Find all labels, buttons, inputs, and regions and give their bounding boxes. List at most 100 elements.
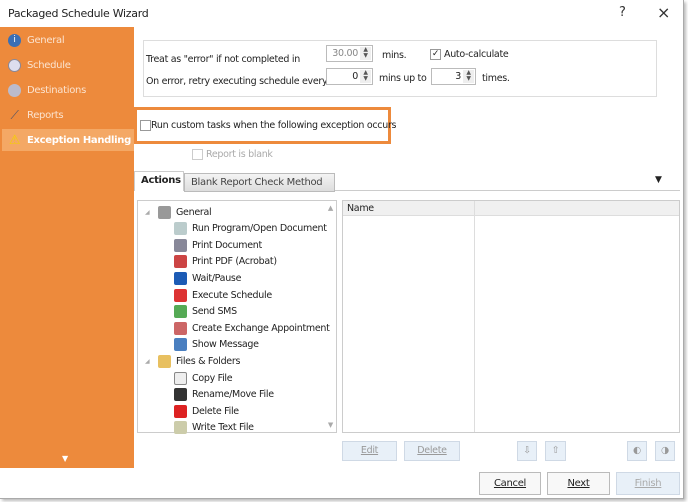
tree-item[interactable]: Write Text File: [174, 420, 254, 436]
tree-item[interactable]: Delete File: [174, 403, 239, 419]
tree-item-label: Delete File: [192, 405, 239, 417]
tree-group[interactable]: ◢ Files & Folders: [145, 353, 241, 369]
copy-file-icon: [174, 371, 187, 385]
tree-item[interactable]: Show Message: [174, 337, 259, 353]
tree-item[interactable]: Wait/Pause: [174, 270, 241, 286]
tasks-list: Name: [342, 200, 680, 433]
column-divider[interactable]: [474, 201, 475, 432]
sidebar-item-general[interactable]: i General: [2, 29, 134, 51]
import-button[interactable]: ◐: [627, 441, 647, 461]
auto-calculate-checkbox[interactable]: ✓: [430, 49, 441, 60]
tree-item[interactable]: Rename/Move File: [174, 387, 274, 403]
close-button[interactable]: ×: [657, 3, 670, 22]
sidebar-item-label: Destinations: [27, 84, 86, 96]
mins-label: mins.: [382, 50, 407, 61]
retry-times-spinner[interactable]: 3 ▲ ▼: [431, 68, 476, 85]
tree-item-label: Run Program/Open Document: [192, 223, 327, 235]
move-up-button[interactable]: ⇧: [545, 441, 566, 461]
next-button[interactable]: Next: [547, 472, 610, 495]
window-title: Packaged Schedule Wizard: [8, 7, 149, 20]
column-header-name[interactable]: Name: [347, 203, 374, 214]
error-minutes-value: 30.00: [332, 48, 358, 59]
info-icon: [174, 338, 187, 352]
folder-icon: [158, 354, 171, 368]
report-blank-label: Report is blank: [206, 149, 273, 160]
tree-item[interactable]: Print Document: [174, 237, 262, 253]
help-button[interactable]: ?: [619, 5, 626, 20]
tree-item-label: Print PDF (Acrobat): [192, 256, 277, 268]
execute-schedule-icon: [174, 288, 187, 302]
delete-icon: [174, 404, 187, 418]
mins-up-to-label: mins up to: [379, 73, 427, 84]
arrow-up-icon: ⇧: [551, 445, 560, 456]
tree-item[interactable]: Create Exchange Appointment: [174, 320, 330, 336]
tree-item[interactable]: Copy File: [174, 370, 233, 386]
scroll-down-icon[interactable]: ▼: [328, 421, 333, 429]
scroll-down-icon[interactable]: ▼: [62, 454, 68, 463]
tab-blank-report-check-method[interactable]: Blank Report Check Method: [184, 173, 335, 192]
sidebar-item-exception-handling[interactable]: ⚠ Exception Handling: [2, 129, 134, 151]
export-icon: ◑: [661, 445, 669, 456]
timeout-settings-group: [143, 40, 657, 97]
custom-tasks-label: Run custom tasks when the following exce…: [151, 120, 397, 131]
expand-icon[interactable]: ◢: [145, 358, 150, 365]
sidebar-item-label: Reports: [27, 109, 64, 121]
print-pdf-icon: [174, 255, 187, 269]
tree-item-label: Wait/Pause: [192, 272, 242, 284]
appointment-icon: [174, 321, 187, 335]
tree-item-label: Files & Folders: [176, 355, 241, 367]
edit-button[interactable]: Edit: [342, 441, 397, 461]
destinations-icon: [8, 83, 21, 97]
tree-item-label: Write Text File: [192, 422, 254, 434]
sidebar-item-schedule[interactable]: Schedule: [2, 54, 134, 76]
custom-tasks-checkbox[interactable]: [140, 120, 151, 131]
gear-icon: [158, 205, 171, 219]
tree-group[interactable]: ◢ General: [145, 204, 212, 220]
cancel-button[interactable]: Cancel: [479, 472, 541, 495]
tab-dropdown-icon[interactable]: ▼: [655, 175, 662, 185]
report-blank-checkbox[interactable]: [192, 149, 203, 160]
arrow-down-icon: ⇩: [523, 445, 531, 456]
sidebar-item-reports[interactable]: ⟋ Reports: [2, 104, 134, 126]
spinner-arrows-icon[interactable]: ▲ ▼: [360, 47, 371, 60]
warning-icon: ⚠: [8, 132, 21, 148]
rename-file-icon: [174, 388, 187, 402]
edit-label: Edit: [360, 445, 379, 456]
list-header: [343, 201, 679, 216]
scroll-up-icon[interactable]: ▲: [328, 204, 333, 212]
printer-icon: [174, 238, 187, 252]
tree-item[interactable]: Run Program/Open Document: [174, 221, 327, 237]
sidebar-item-label: Exception Handling: [27, 134, 131, 146]
reports-icon: ⟋: [10, 107, 19, 122]
tree-item[interactable]: Print PDF (Acrobat): [174, 254, 277, 270]
import-icon: ◐: [633, 445, 641, 456]
auto-calculate-label: Auto-calculate: [444, 49, 509, 60]
export-button[interactable]: ◑: [655, 441, 675, 461]
tree-item-label: Execute Schedule: [192, 289, 272, 301]
expand-icon[interactable]: ◢: [145, 209, 150, 216]
retry-minutes-spinner[interactable]: 0 ▲ ▼: [326, 68, 373, 85]
tree-item-label: Show Message: [192, 339, 259, 351]
error-minutes-spinner[interactable]: 30.00 ▲ ▼: [326, 45, 373, 62]
spinner-arrows-icon[interactable]: ▲ ▼: [463, 70, 474, 83]
actions-tree: ▲ ▼ ◢ General Run Program/Open Document Pri…: [137, 200, 337, 436]
retry-label: On error, retry executing schedule every: [146, 76, 328, 87]
retry-minutes-value: 0: [352, 71, 358, 82]
tab-actions[interactable]: Actions: [134, 171, 184, 191]
tree-item[interactable]: Execute Schedule: [174, 287, 272, 303]
spinner-arrows-icon[interactable]: ▲ ▼: [360, 70, 371, 83]
tree-item[interactable]: Send SMS: [174, 304, 237, 320]
info-icon: i: [8, 33, 21, 47]
finish-button[interactable]: Finish: [616, 472, 680, 495]
next-label: Next: [567, 478, 590, 489]
error-timeout-label: Treat as "error" if not completed in: [146, 54, 300, 65]
tree-item-label: Create Exchange Appointment: [192, 322, 330, 334]
delete-button[interactable]: Delete: [404, 441, 460, 461]
clock-icon: [8, 58, 21, 72]
sidebar-item-label: General: [27, 34, 65, 46]
delete-label: Delete: [417, 445, 447, 456]
move-down-button[interactable]: ⇩: [517, 441, 537, 461]
sidebar-item-label: Schedule: [27, 59, 71, 71]
finish-label: Finish: [634, 478, 662, 489]
sidebar-item-destinations[interactable]: Destinations: [2, 79, 134, 101]
